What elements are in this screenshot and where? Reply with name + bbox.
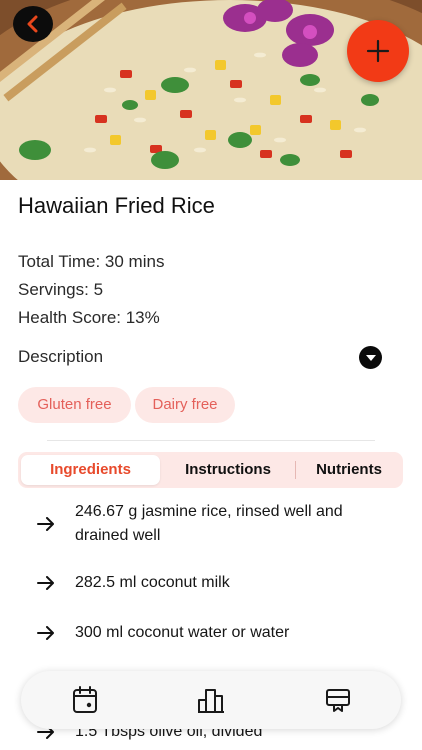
bottom-navigation-bar [21, 671, 401, 729]
chevron-down-icon [365, 354, 376, 361]
plus-icon [366, 39, 390, 63]
nav-calendar-button[interactable] [69, 684, 101, 716]
recipe-title: Hawaiian Fried Rice [18, 193, 215, 218]
calendar-icon [73, 686, 97, 713]
back-button[interactable] [13, 6, 53, 42]
ingredient-text: 246.67 g jasmine rice, rinsed well and d… [75, 503, 343, 544]
nav-meal-plan-button[interactable] [322, 684, 354, 716]
tag-dairy-free: Dairy free [135, 387, 235, 423]
arrow-right-icon [37, 576, 54, 590]
tag-gluten-free: Gluten free [18, 387, 131, 423]
nav-stats-button[interactable] [195, 684, 227, 716]
servings: Servings: 5 [18, 280, 104, 299]
description-label: Description [18, 347, 104, 366]
recipe-tabs: Ingredients Instructions Nutrients [18, 452, 403, 488]
arrow-right-icon [37, 517, 54, 531]
ingredient-text: 300 ml coconut water or water [75, 624, 290, 641]
arrow-right-icon [37, 626, 54, 640]
meal-plan-icon [326, 689, 350, 712]
recipe-hero-image [0, 0, 422, 180]
bar-chart-icon [198, 689, 224, 713]
section-divider [47, 440, 375, 441]
total-time: Total Time: 30 mins [18, 252, 165, 271]
tab-instructions[interactable]: Instructions [161, 452, 295, 488]
tab-nutrients[interactable]: Nutrients [295, 452, 403, 488]
ingredient-text: 282.5 ml coconut milk [75, 574, 230, 591]
description-toggle-button[interactable] [359, 346, 382, 369]
tab-ingredients[interactable]: Ingredients [21, 455, 160, 485]
recipe-detail-screen: Hawaiian Fried Rice Total Time: 30 mins … [0, 0, 422, 750]
chevron-left-icon [27, 15, 38, 33]
health-score: Health Score: 13% [18, 308, 160, 327]
add-recipe-button[interactable] [347, 20, 409, 82]
